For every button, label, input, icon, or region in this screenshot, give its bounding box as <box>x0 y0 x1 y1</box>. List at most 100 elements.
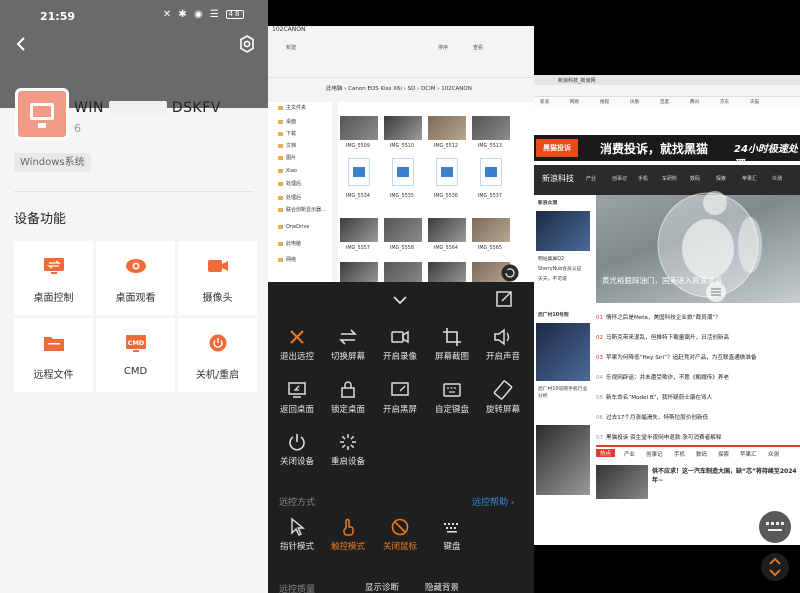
black-screen-icon[interactable] <box>390 380 410 400</box>
keyboard-icon[interactable] <box>442 517 462 537</box>
edit-icon[interactable] <box>494 289 514 309</box>
custom-keyboard-label[interactable]: 自定键盘 <box>424 403 480 415</box>
left-link[interactable]: 明站集屏Q2 <box>538 255 590 262</box>
image-file-icon[interactable] <box>348 158 370 186</box>
news-tab[interactable]: 创事记 <box>646 450 663 458</box>
keyboard-toggle-icon[interactable] <box>758 510 792 544</box>
news-item[interactable]: 04 乐视网辟谣：并未遭受欺诈，不愿《甄嬛传》养老 <box>596 373 729 381</box>
chevron-down-icon[interactable] <box>390 290 410 310</box>
headline[interactable]: 供不应求！这一汽车制造大国，缺“芯”将持续至2024年~ <box>652 467 798 485</box>
desktop-view-button[interactable]: 桌面观看 <box>96 241 175 315</box>
browser-tab[interactable]: 新浪科技_新浪网 <box>558 77 596 84</box>
cmd-button[interactable]: CMD CMD <box>96 318 175 392</box>
site-nav-item[interactable]: 探索 <box>716 175 726 182</box>
site-logo[interactable]: 新浪科技 <box>542 173 574 184</box>
news-tab[interactable]: 探索 <box>718 450 729 458</box>
speaker-icon[interactable] <box>493 327 513 347</box>
news-tab[interactable]: 产业 <box>624 450 635 458</box>
news-tab[interactable]: 众测 <box>768 450 779 458</box>
lock-icon[interactable] <box>338 379 358 399</box>
rotate-icon[interactable] <box>493 380 513 400</box>
sound-label[interactable]: 开启声音 <box>475 350 531 362</box>
help-link[interactable]: 远控帮助 › <box>472 495 514 508</box>
touch-mode-label[interactable]: 触控模式 <box>320 540 376 552</box>
nav-item[interactable]: OneDrive <box>278 224 310 230</box>
browser-address-bar[interactable] <box>534 85 800 97</box>
news-tab-active[interactable]: 热点 <box>596 449 616 457</box>
news-item[interactable]: 02 马斯克带来混乱，但推特下载量飙升，日活创新高 <box>596 333 729 341</box>
news-tab[interactable]: 数码 <box>696 450 707 458</box>
photo-thumbnail[interactable] <box>428 116 466 140</box>
bookmark[interactable]: 腾讯 <box>690 99 699 105</box>
switch-screen-icon[interactable] <box>338 327 358 347</box>
expand-collapse-icon[interactable] <box>760 552 790 582</box>
image-file-icon[interactable] <box>480 158 502 186</box>
bookmark[interactable]: 京东 <box>720 99 729 105</box>
left-image[interactable] <box>536 425 590 495</box>
site-nav-item[interactable]: 手机 <box>638 175 648 182</box>
nav-item[interactable]: 图片 <box>278 154 296 161</box>
left-image[interactable] <box>536 211 590 251</box>
ad-banner[interactable]: 黑猫投诉 消费投诉，就找黑猫 24小时极速处理 <box>534 135 800 170</box>
photo-thumbnail[interactable] <box>428 218 466 242</box>
desktop-control-button[interactable]: 桌面控制 <box>14 241 93 315</box>
bookmark[interactable]: 百度 <box>660 99 669 105</box>
ribbon-sort[interactable]: 排序 <box>438 44 448 51</box>
nav-item[interactable]: 联合创新显示器... <box>278 206 326 213</box>
site-nav-item[interactable]: 苹果汇 <box>742 175 757 182</box>
pointer-mode-label[interactable]: 指针模式 <box>269 540 325 552</box>
image-file-icon[interactable] <box>436 158 458 186</box>
bookmark[interactable]: 天猫 <box>750 99 759 105</box>
nav-item[interactable]: 桌面 <box>278 118 296 125</box>
keyboard-label[interactable]: 键盘 <box>424 540 480 552</box>
virtual-joystick-icon[interactable] <box>650 185 766 305</box>
camera-button[interactable]: 摄像头 <box>178 241 257 315</box>
nav-item[interactable]: 下载 <box>278 130 296 137</box>
mouse-off-icon[interactable] <box>390 517 410 537</box>
left-image[interactable] <box>536 323 590 381</box>
back-desktop-label[interactable]: 返回桌面 <box>269 403 325 415</box>
photo-thumbnail[interactable] <box>340 262 378 282</box>
black-screen-label[interactable]: 开启黑屏 <box>372 403 428 415</box>
switch-screen-label[interactable]: 切换屏幕 <box>320 350 376 362</box>
nav-item[interactable]: 此电脑 <box>278 240 301 247</box>
site-nav-item[interactable]: 创事记 <box>612 175 627 182</box>
nav-item[interactable]: 处理后 <box>278 180 301 187</box>
remote-files-button[interactable]: 远程文件 <box>14 318 93 392</box>
site-nav-item[interactable]: 众测 <box>772 175 782 182</box>
record-label[interactable]: 开启录像 <box>372 350 428 362</box>
bookmark[interactable]: 搜狐 <box>600 99 609 105</box>
left-link[interactable]: 后厂村10号院手机行业分析 <box>538 385 590 399</box>
bookmark[interactable]: 凤凰 <box>630 99 639 105</box>
power-icon[interactable] <box>287 432 307 452</box>
back-arrow-icon[interactable] <box>14 36 30 52</box>
news-item[interactable]: 01 情怀之后是Meta，美国科技企业掀“裁员潮”？ <box>596 313 721 321</box>
news-item[interactable]: 05 新车命名“Model B”，我怀疑蔚士康在骂人 <box>596 393 712 401</box>
touch-icon[interactable] <box>338 517 358 537</box>
bookmark[interactable]: 网易 <box>570 99 579 105</box>
photo-thumbnail[interactable] <box>340 218 378 242</box>
photo-thumbnail[interactable] <box>340 116 378 140</box>
nav-item[interactable]: 文档 <box>278 142 296 149</box>
lock-desktop-label[interactable]: 锁定桌面 <box>320 403 376 415</box>
hide-background-button[interactable]: 隐藏背景 <box>414 581 470 593</box>
image-file-icon[interactable] <box>392 158 414 186</box>
rotate-label[interactable]: 旋转屏幕 <box>475 403 531 415</box>
loading-icon[interactable] <box>338 432 358 452</box>
site-nav-item[interactable]: 数码 <box>690 175 700 182</box>
screenshot-label[interactable]: 屏幕截图 <box>424 350 480 362</box>
photo-thumbnail[interactable] <box>428 262 466 282</box>
nav-item[interactable]: Xiao <box>278 168 297 174</box>
refresh-icon[interactable] <box>501 264 519 282</box>
exit-remote-label[interactable]: 退出远控 <box>269 350 325 362</box>
news-tab[interactable]: 手机 <box>674 450 685 458</box>
headline-image[interactable] <box>596 465 648 499</box>
shutdown-restart-button[interactable]: 关机/重启 <box>178 318 257 392</box>
photo-thumbnail[interactable] <box>472 116 510 140</box>
ribbon-new[interactable]: 新建 <box>286 44 296 51</box>
site-nav-item[interactable]: 产业 <box>586 175 596 182</box>
photo-thumbnail[interactable] <box>384 262 422 282</box>
diagnose-button[interactable]: 显示诊断 <box>354 581 410 593</box>
nav-item[interactable]: 网络 <box>278 256 296 263</box>
restart-label[interactable]: 重启设备 <box>320 455 376 467</box>
